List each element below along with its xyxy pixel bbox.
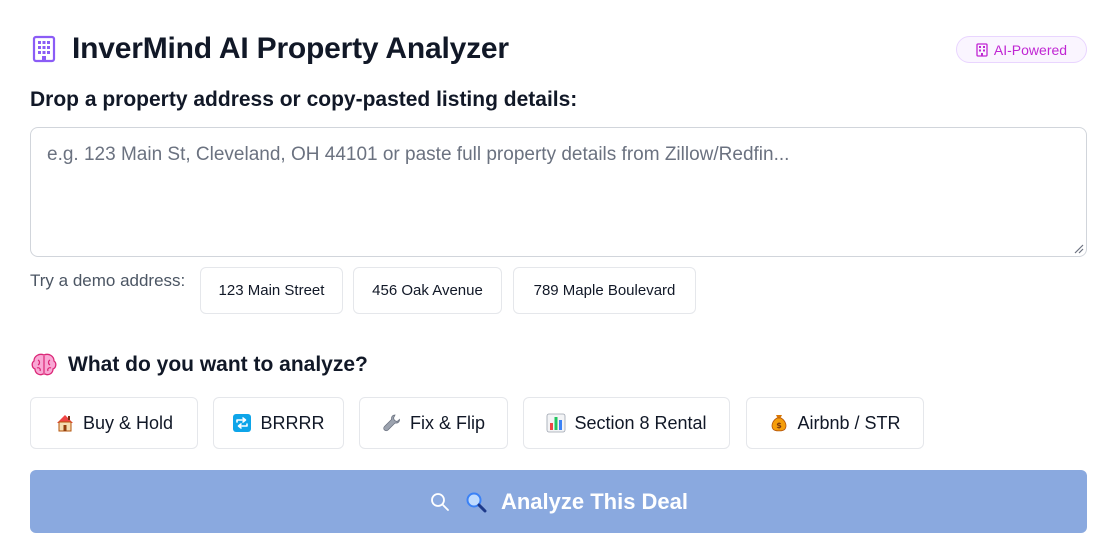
analysis-title-text: What do you want to analyze? [68, 353, 368, 376]
svg-text:$: $ [777, 421, 783, 430]
input-label: Drop a property address or copy-pasted l… [30, 88, 578, 111]
app-title: InverMind AI Property Analyzer [72, 32, 509, 65]
wrench-icon [383, 414, 400, 432]
strategy-buy-hold-button[interactable]: Buy & Hold [30, 397, 198, 449]
ai-powered-badge: AI-Powered [956, 36, 1087, 63]
strategy-label: BRRRR [260, 412, 325, 433]
magnifier-emoji-icon [466, 492, 487, 512]
strategy-airbnb-button[interactable]: $ Airbnb / STR [746, 397, 924, 449]
strategy-label: Airbnb / STR [797, 412, 901, 433]
building-icon [32, 35, 56, 63]
badge-label: AI-Powered [993, 41, 1068, 58]
search-icon [431, 492, 449, 511]
brain-icon [31, 353, 57, 376]
analyze-deal-button[interactable]: Analyze This Deal [30, 470, 1087, 533]
demo-address-button-3[interactable]: 789 Maple Boulevard [513, 267, 696, 314]
building-small-icon [976, 42, 988, 57]
money-bag-icon: $ [772, 415, 787, 432]
strategy-label: Section 8 Rental [574, 412, 707, 433]
property-analyzer-page: InverMind AI Property Analyzer AI-Powere… [0, 0, 1107, 552]
bar-chart-icon [547, 413, 566, 433]
header: InverMind AI Property Analyzer AI-Powere… [30, 30, 1087, 70]
analysis-section-title: What do you want to analyze? [30, 350, 368, 380]
repeat-icon [233, 414, 252, 432]
demo-address-button-2[interactable]: 456 Oak Avenue [353, 267, 502, 314]
demo-address-button-1[interactable]: 123 Main Street [200, 267, 343, 314]
strategy-label: Buy & Hold [82, 412, 174, 433]
resize-handle-icon[interactable] [1072, 242, 1084, 254]
property-details-input[interactable] [30, 127, 1087, 257]
strategy-brrrr-button[interactable]: BRRRR [213, 397, 344, 449]
strategy-label: Fix & Flip [409, 412, 485, 433]
analyze-button-label: Analyze This Deal [500, 488, 689, 514]
strategy-section8-button[interactable]: Section 8 Rental [523, 397, 730, 449]
demo-label: Try a demo address: [30, 271, 186, 290]
strategy-fix-flip-button[interactable]: Fix & Flip [359, 397, 508, 449]
house-icon [56, 415, 73, 432]
